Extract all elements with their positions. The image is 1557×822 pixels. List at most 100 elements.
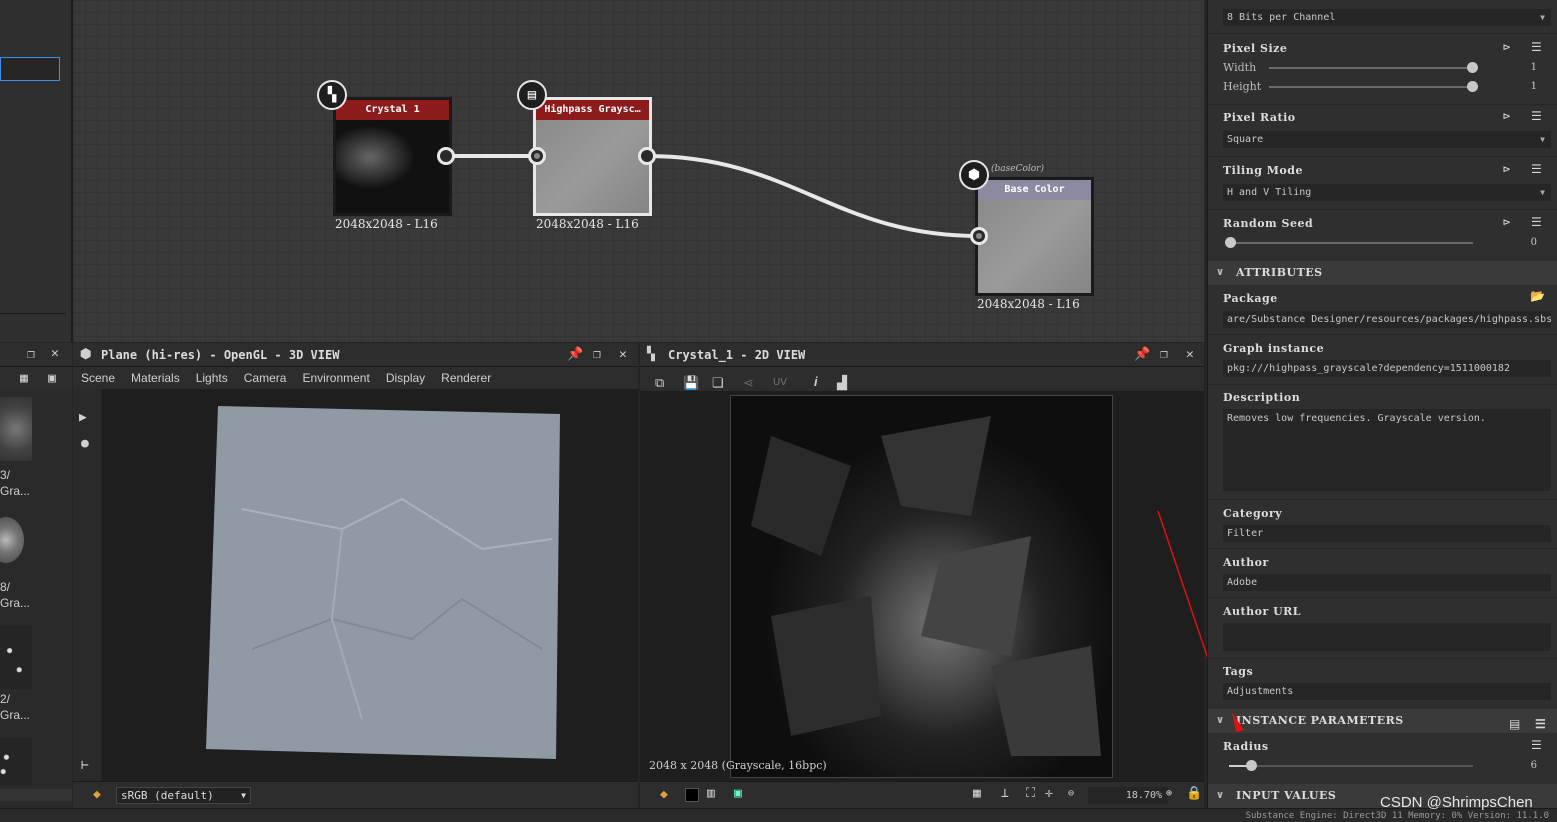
zoom-out-icon[interactable]: ⊖ bbox=[1068, 787, 1074, 801]
inherit-icon[interactable]: ⊳ bbox=[1503, 215, 1510, 229]
view-3d-panel: ⬢ Plane (hi-res) - OpenGL - 3D VIEW 📌 ❐ … bbox=[73, 343, 638, 808]
texture-preview bbox=[730, 395, 1113, 778]
node-highpass-grayscale[interactable]: Highpass Graysc… bbox=[533, 97, 652, 216]
attributes-section-header[interactable]: ∨ ATTRIBUTES bbox=[1208, 261, 1557, 285]
menu-icon[interactable]: ☰ bbox=[1535, 712, 1546, 736]
maximize-icon[interactable]: ❐ bbox=[593, 348, 601, 362]
random-seed-slider[interactable] bbox=[1229, 242, 1473, 244]
menu-lights[interactable]: Lights bbox=[188, 367, 236, 389]
tile-icon[interactable]: ▦ bbox=[973, 787, 981, 801]
library-thumbnail-2[interactable] bbox=[0, 517, 24, 563]
inherit-icon[interactable]: ⊳ bbox=[1503, 162, 1510, 176]
maximize-icon[interactable]: ❐ bbox=[1160, 348, 1168, 362]
radius-value: 6 bbox=[1530, 760, 1537, 771]
format-select[interactable]: 8 Bits per Channel ▼ bbox=[1223, 9, 1551, 26]
width-slider[interactable] bbox=[1269, 67, 1472, 69]
input-port[interactable] bbox=[970, 227, 988, 245]
left-panel-top bbox=[0, 0, 72, 342]
light-icon[interactable]: ● bbox=[81, 437, 89, 451]
height-slider-knob[interactable] bbox=[1467, 81, 1478, 92]
random-seed-label: Random Seed bbox=[1223, 217, 1314, 230]
fit-icon[interactable]: ⛶ bbox=[1026, 787, 1035, 801]
menu-display[interactable]: Display bbox=[378, 367, 433, 389]
library-titlebar: ❐ ✕ bbox=[0, 343, 72, 367]
zoom-field[interactable]: 18.70% bbox=[1088, 787, 1168, 804]
library-item-1-label: 3/Gra... bbox=[0, 468, 31, 498]
layers-icon[interactable]: ◆ bbox=[660, 788, 668, 802]
zoom-in-icon[interactable]: ⊕ bbox=[1166, 787, 1172, 801]
menu-materials[interactable]: Materials bbox=[123, 367, 188, 389]
close-icon[interactable]: ✕ bbox=[51, 347, 59, 361]
black-background-toggle[interactable] bbox=[685, 788, 699, 802]
width-slider-knob[interactable] bbox=[1467, 62, 1478, 73]
info-icon[interactable]: i bbox=[806, 371, 826, 393]
menu-environment[interactable]: Environment bbox=[294, 367, 377, 389]
plane-render bbox=[206, 406, 560, 759]
menu-renderer[interactable]: Renderer bbox=[433, 367, 499, 389]
lock-icon[interactable]: 🔒 bbox=[1186, 787, 1202, 801]
tree-icon[interactable]: ⊢ bbox=[81, 759, 89, 773]
random-seed-knob[interactable] bbox=[1225, 237, 1236, 248]
author-url-field[interactable] bbox=[1223, 623, 1551, 651]
tags-label: Tags bbox=[1223, 665, 1254, 678]
radius-slider-knob[interactable] bbox=[1246, 760, 1257, 771]
pixel-ratio-select[interactable]: Square ▼ bbox=[1223, 131, 1551, 148]
graph-instance-field[interactable]: pkg:///highpass_grayscale?dependency=151… bbox=[1223, 360, 1551, 377]
height-value: 1 bbox=[1530, 81, 1537, 92]
height-slider[interactable] bbox=[1269, 86, 1472, 88]
menu-icon[interactable]: ☰ bbox=[1531, 162, 1542, 176]
center-icon[interactable]: ✛ bbox=[1045, 787, 1053, 801]
frame-icon[interactable]: ▣ bbox=[48, 372, 56, 386]
layers-icon[interactable]: ◆ bbox=[93, 788, 101, 802]
node-thumbnail bbox=[536, 120, 649, 213]
menu-icon[interactable]: ☰ bbox=[1531, 215, 1542, 229]
package-label: Package bbox=[1223, 292, 1278, 305]
pin-icon[interactable]: 📌 bbox=[567, 348, 583, 362]
close-icon[interactable]: ✕ bbox=[619, 348, 627, 362]
grid-view-icon[interactable]: ▦ bbox=[20, 372, 28, 386]
node-title: Crystal 1 bbox=[336, 100, 449, 120]
channels-icon[interactable]: ▣ bbox=[734, 787, 742, 801]
description-field[interactable]: Removes low frequencies. Grayscale versi… bbox=[1223, 409, 1551, 491]
view-3d-viewport[interactable] bbox=[102, 389, 638, 781]
close-icon[interactable]: ✕ bbox=[1186, 348, 1194, 362]
author-field[interactable]: Adobe bbox=[1223, 574, 1551, 591]
camera-icon[interactable]: ▶ bbox=[79, 411, 87, 425]
author-url-label: Author URL bbox=[1223, 605, 1302, 618]
menu-icon[interactable]: ☰ bbox=[1531, 40, 1542, 54]
library-thumbnail-3[interactable] bbox=[0, 625, 32, 689]
graph-editor[interactable]: Crystal 1 ▚ 2048x2048 - L16 Highpass Gra… bbox=[72, 0, 1204, 342]
input-port[interactable] bbox=[528, 147, 546, 165]
library-thumbnail-4[interactable] bbox=[0, 738, 32, 786]
maximize-icon[interactable]: ❐ bbox=[27, 348, 35, 362]
inherit-icon[interactable]: ⊳ bbox=[1503, 109, 1510, 123]
menu-camera[interactable]: Camera bbox=[236, 367, 295, 389]
node-base-color[interactable]: Base Color bbox=[975, 177, 1094, 296]
chevron-down-icon: ∨ bbox=[1216, 267, 1225, 278]
output-port[interactable] bbox=[638, 147, 656, 165]
menu-icon[interactable]: ☰ bbox=[1531, 109, 1542, 123]
menu-scene[interactable]: Scene bbox=[73, 367, 123, 389]
node-thumbnail bbox=[336, 120, 449, 213]
radius-slider[interactable] bbox=[1229, 765, 1473, 767]
library-scrollbar[interactable] bbox=[0, 789, 72, 801]
red-arrowhead-annotation bbox=[1232, 712, 1244, 732]
colorspace-select[interactable]: sRGB (default) ▼ bbox=[116, 787, 251, 804]
node-crystal-1[interactable]: Crystal 1 bbox=[333, 97, 452, 216]
instance-parameters-header[interactable]: ∨ INSTANCE PARAMETERS ▤ ☰ bbox=[1208, 709, 1557, 733]
pin-icon[interactable]: 📌 bbox=[1134, 348, 1150, 362]
library-thumbnail-1[interactable] bbox=[0, 397, 32, 461]
tiling-mode-select[interactable]: H and V Tiling ▼ bbox=[1223, 184, 1551, 201]
checker-icon[interactable]: ▥ bbox=[707, 787, 715, 801]
preset-icon[interactable]: ▤ bbox=[1509, 712, 1521, 736]
pivot-icon[interactable]: ⊥ bbox=[1001, 787, 1009, 801]
package-field[interactable]: are/Substance Designer/resources/package… bbox=[1223, 311, 1551, 328]
left-selected-field[interactable] bbox=[0, 57, 60, 81]
output-port[interactable] bbox=[437, 147, 455, 165]
inherit-icon[interactable]: ⊳ bbox=[1503, 40, 1510, 54]
view-2d-viewport[interactable]: 2048 x 2048 (Grayscale, 16bpc) bbox=[640, 391, 1226, 781]
menu-icon[interactable]: ☰ bbox=[1531, 738, 1542, 752]
tags-field[interactable]: Adjustments bbox=[1223, 683, 1551, 700]
folder-icon[interactable]: 📂 bbox=[1530, 289, 1545, 303]
category-field[interactable]: Filter bbox=[1223, 525, 1551, 542]
